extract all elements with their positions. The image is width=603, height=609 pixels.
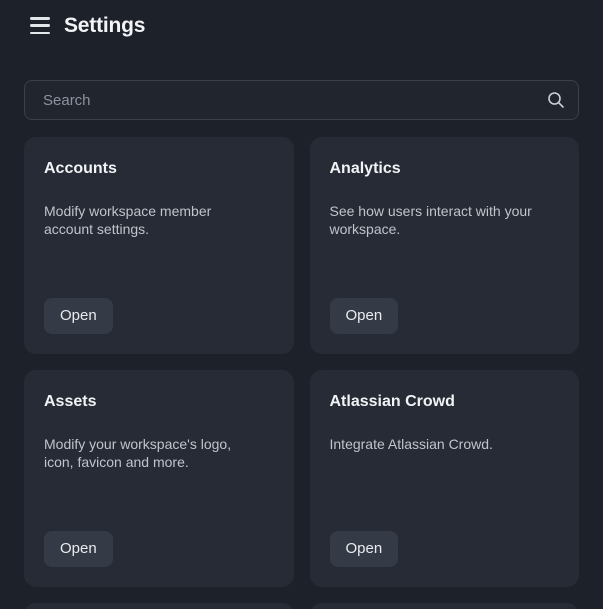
- open-button-analytics[interactable]: Open: [330, 298, 399, 334]
- card-assets: Assets Modify your workspace's logo, ico…: [24, 370, 294, 587]
- card-title: Atlassian Crowd: [330, 392, 455, 412]
- page-title: Settings: [64, 13, 145, 38]
- search-input[interactable]: [24, 80, 579, 120]
- settings-card-grid: Accounts Modify workspace member account…: [24, 137, 579, 609]
- hamburger-icon: [30, 17, 50, 20]
- card-description: See how users interact with your workspa…: [330, 203, 542, 238]
- header: Settings: [0, 0, 603, 38]
- card-description: Modify your workspace's logo, icon, favi…: [44, 436, 256, 471]
- card-partial-left: [24, 603, 294, 609]
- open-button-accounts[interactable]: Open: [44, 298, 113, 334]
- open-button-assets[interactable]: Open: [44, 531, 113, 567]
- search-bar: [24, 80, 579, 120]
- card-description: Modify workspace member account settings…: [44, 203, 256, 238]
- card-title: Assets: [44, 392, 96, 412]
- card-atlassian-crowd: Atlassian Crowd Integrate Atlassian Crow…: [310, 370, 580, 587]
- card-analytics: Analytics See how users interact with yo…: [310, 137, 580, 354]
- card-accounts: Accounts Modify workspace member account…: [24, 137, 294, 354]
- menu-button[interactable]: [30, 17, 50, 34]
- open-button-atlassian-crowd[interactable]: Open: [330, 531, 399, 567]
- card-title: Analytics: [330, 159, 401, 179]
- card-title: Accounts: [44, 159, 117, 179]
- card-description: Integrate Atlassian Crowd.: [330, 436, 493, 454]
- card-partial-right: [310, 603, 580, 609]
